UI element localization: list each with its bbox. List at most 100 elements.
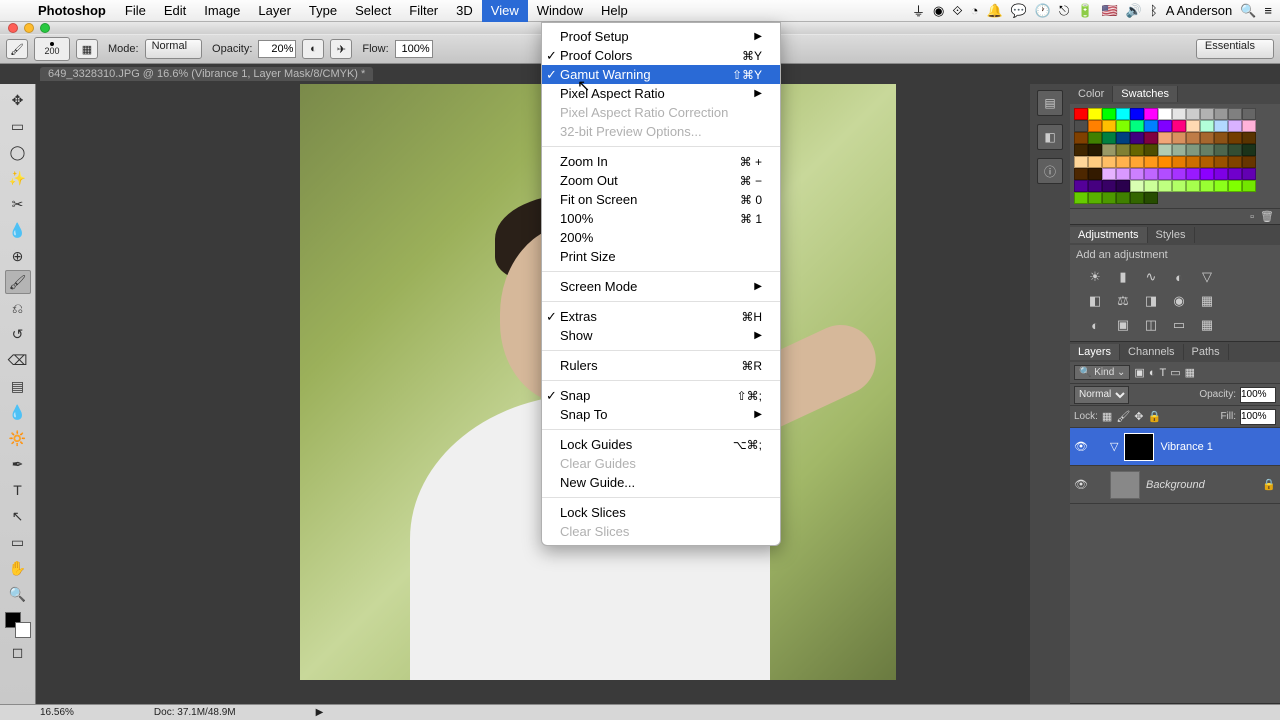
swatch[interactable] (1158, 180, 1172, 192)
lock-transparency-icon[interactable]: ▦ (1102, 410, 1112, 423)
quick-mask-icon[interactable]: ◻ (5, 640, 31, 664)
styles-tab[interactable]: Styles (1148, 227, 1195, 243)
swatch[interactable] (1130, 144, 1144, 156)
swatch[interactable] (1172, 120, 1186, 132)
delete-swatch-icon[interactable]: 🗑 (1260, 210, 1274, 223)
menuitem-snap-to[interactable]: Snap To▶ (542, 405, 780, 424)
hue-adj-icon[interactable]: ◧ (1086, 292, 1104, 310)
swatch[interactable] (1116, 192, 1130, 204)
menu-window[interactable]: Window (528, 0, 592, 22)
zoom-tool[interactable]: 🔍 (5, 582, 31, 606)
swatch[interactable] (1200, 144, 1214, 156)
swatch[interactable] (1200, 168, 1214, 180)
swatch[interactable] (1172, 108, 1186, 120)
eraser-tool[interactable]: ⌫ (5, 348, 31, 372)
gradient-tool[interactable]: ▤ (5, 374, 31, 398)
status-arrow-icon[interactable]: ▶ (316, 707, 324, 718)
blur-tool[interactable]: 💧 (5, 400, 31, 424)
document-tab[interactable]: 649_3328310.JPG @ 16.6% (Vibrance 1, Lay… (40, 67, 373, 81)
swatch[interactable] (1242, 156, 1256, 168)
swatch[interactable] (1144, 132, 1158, 144)
swatch[interactable] (1074, 132, 1088, 144)
menuitem-zoom-out[interactable]: Zoom Out⌘ − (542, 171, 780, 190)
swatch[interactable] (1186, 168, 1200, 180)
spotlight-icon[interactable]: 🔍 (1240, 3, 1256, 19)
dodge-tool[interactable]: 🔆 (5, 426, 31, 450)
swatch[interactable] (1172, 180, 1186, 192)
swatch[interactable] (1102, 132, 1116, 144)
clock-icon[interactable]: 🕐 (1035, 3, 1051, 19)
layer-row-background[interactable]: 👁 Background 🔒 (1070, 466, 1280, 504)
menuitem-extras[interactable]: ✓Extras⌘H (542, 307, 780, 326)
properties-panel-icon[interactable]: ◧ (1037, 124, 1063, 150)
swatch[interactable] (1172, 132, 1186, 144)
swatch[interactable] (1158, 132, 1172, 144)
marquee-tool[interactable]: ▭ (5, 114, 31, 138)
brush-tool[interactable]: 🖌 (5, 270, 31, 294)
volume-icon[interactable]: 🔊 (1126, 3, 1142, 19)
eyedropper-tool[interactable]: 💧 (5, 218, 31, 242)
swatch[interactable] (1088, 180, 1102, 192)
swatch[interactable] (1200, 108, 1214, 120)
lasso-tool[interactable]: ◯ (5, 140, 31, 164)
new-swatch-icon[interactable]: ▫ (1250, 211, 1254, 223)
hand-tool[interactable]: ✋ (5, 556, 31, 580)
color-swatches[interactable] (5, 612, 31, 638)
swatch[interactable] (1116, 168, 1130, 180)
swatch[interactable] (1242, 168, 1256, 180)
user-name[interactable]: A Anderson (1166, 3, 1233, 18)
swatch[interactable] (1214, 108, 1228, 120)
menuitem-proof-setup[interactable]: Proof Setup▶ (542, 27, 780, 46)
layer-thumb[interactable] (1110, 471, 1140, 499)
menu-edit[interactable]: Edit (155, 0, 195, 22)
swatch[interactable] (1116, 108, 1130, 120)
swatch[interactable] (1088, 144, 1102, 156)
swatch[interactable] (1200, 180, 1214, 192)
notification-icon[interactable]: ◔ (971, 3, 979, 18)
swatch[interactable] (1088, 108, 1102, 120)
chat-icon[interactable]: 💬 (1011, 3, 1027, 19)
menuitem-gamut-warning[interactable]: ✓Gamut Warning⇧⌘Y (542, 65, 780, 84)
menuitem-screen-mode[interactable]: Screen Mode▶ (542, 277, 780, 296)
menuitem-lock-guides[interactable]: Lock Guides⌥⌘; (542, 435, 780, 454)
swatch[interactable] (1102, 168, 1116, 180)
filter-smart-icon[interactable]: ▦ (1185, 366, 1195, 379)
vibrance-adj-icon[interactable]: ▽ (1198, 268, 1216, 286)
menuitem-pixel-aspect-ratio[interactable]: Pixel Aspect Ratio▶ (542, 84, 780, 103)
swatch[interactable] (1088, 120, 1102, 132)
swatch[interactable] (1144, 180, 1158, 192)
close-window-icon[interactable] (8, 23, 18, 33)
swatch[interactable] (1228, 108, 1242, 120)
swatch[interactable] (1200, 120, 1214, 132)
curves-adj-icon[interactable]: ∿ (1142, 268, 1160, 286)
menuitem-lock-slices[interactable]: Lock Slices (542, 503, 780, 522)
flag-icon[interactable]: 🇺🇸 (1102, 3, 1118, 19)
airbrush-icon[interactable]: ✈ (330, 39, 352, 59)
swatch[interactable] (1102, 144, 1116, 156)
visibility-icon[interactable]: 👁 (1074, 478, 1088, 491)
swatch[interactable] (1144, 156, 1158, 168)
layer-opacity-field[interactable] (1240, 387, 1276, 403)
color-balance-adj-icon[interactable]: ⚖ (1114, 292, 1132, 310)
swatch[interactable] (1228, 156, 1242, 168)
selective-color-adj-icon[interactable]: ▦ (1198, 316, 1216, 334)
history-panel-icon[interactable]: ▤ (1037, 90, 1063, 116)
posterize-adj-icon[interactable]: ▣ (1114, 316, 1132, 334)
swatch[interactable] (1130, 120, 1144, 132)
swatch[interactable] (1074, 108, 1088, 120)
swatch[interactable] (1242, 108, 1256, 120)
lock-paint-icon[interactable]: 🖌 (1116, 410, 1130, 423)
menuitem-snap[interactable]: ✓Snap⇧⌘; (542, 386, 780, 405)
clone-stamp-tool[interactable]: ⎌ (5, 296, 31, 320)
lock-position-icon[interactable]: ✥ (1134, 410, 1143, 423)
swatch[interactable] (1074, 120, 1088, 132)
brush-preset-picker[interactable]: 200 (34, 37, 70, 61)
tool-preset-picker[interactable]: 🖌 (6, 39, 28, 59)
pen-tool[interactable]: ✒ (5, 452, 31, 476)
invert-adj-icon[interactable]: ◐ (1086, 316, 1104, 334)
swatch[interactable] (1102, 180, 1116, 192)
type-tool[interactable]: T (5, 478, 31, 502)
swatch[interactable] (1200, 132, 1214, 144)
swatch[interactable] (1130, 132, 1144, 144)
layer-mask-thumb[interactable] (1124, 433, 1154, 461)
